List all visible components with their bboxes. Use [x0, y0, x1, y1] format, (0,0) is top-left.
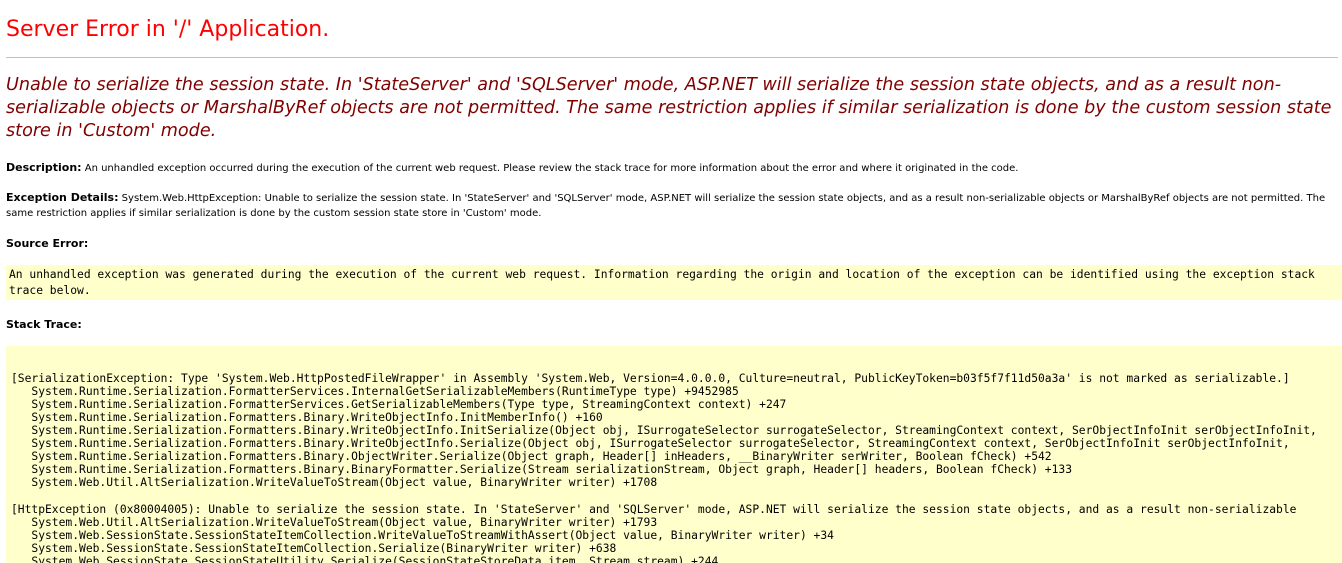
description-label: Description: [6, 161, 82, 174]
stack-line: System.Runtime.Serialization.Formatters.… [11, 411, 603, 424]
stack-line: System.Web.SessionState.SessionStateItem… [11, 529, 834, 542]
stack-line: System.Web.SessionState.SessionStateItem… [11, 542, 617, 555]
stack-trace-section: Stack Trace: [6, 317, 82, 333]
stack-line: System.Runtime.Serialization.FormatterSe… [11, 398, 787, 411]
source-error-label: Source Error: [6, 237, 89, 250]
title-divider [6, 57, 1338, 58]
stack-trace-block-2: [HttpException (0x80004005): Unable to s… [11, 503, 1342, 563]
stack-trace-spacer [11, 489, 1342, 503]
error-message: Unable to serialize the session state. I… [6, 75, 1332, 141]
description-text: An unhandled exception occurred during t… [84, 163, 1019, 174]
stack-trace-label: Stack Trace: [6, 318, 82, 331]
exception-details-text: System.Web.HttpException: Unable to seri… [6, 193, 1326, 219]
stack-line: System.Web.Util.AltSerialization.WriteVa… [11, 516, 658, 529]
stack-line: System.Runtime.Serialization.Formatters.… [11, 463, 1073, 476]
stack-line: [HttpException (0x80004005): Unable to s… [11, 503, 1297, 516]
stack-line: System.Web.Util.AltSerialization.WriteVa… [11, 476, 658, 489]
stack-line: System.Runtime.Serialization.Formatters.… [11, 437, 1290, 450]
stack-line: System.Runtime.Serialization.Formatters.… [11, 424, 1317, 437]
exception-details-section: Exception Details: System.Web.HttpExcept… [6, 190, 1336, 221]
stack-line: [SerializationException: Type 'System.We… [11, 372, 1290, 385]
description-section: Description: An unhandled exception occu… [6, 160, 1336, 176]
stack-line: System.Web.SessionState.SessionStateUtil… [11, 555, 719, 563]
page-title: Server Error in '/' Application. [6, 17, 330, 42]
stack-trace-box[interactable]: [SerializationException: Type 'System.We… [6, 346, 1342, 563]
stack-line: System.Runtime.Serialization.Formatters.… [11, 450, 1052, 463]
stack-line: System.Runtime.Serialization.FormatterSe… [11, 385, 739, 398]
stack-trace-block-1: [SerializationException: Type 'System.We… [11, 372, 1342, 489]
source-error-text: An unhandled exception was generated dur… [9, 268, 1315, 297]
source-error-section: Source Error: [6, 236, 88, 252]
error-page: Server Error in '/' Application. Unable … [0, 0, 1342, 563]
source-error-box: An unhandled exception was generated dur… [6, 265, 1342, 300]
exception-details-label: Exception Details: [6, 191, 119, 204]
